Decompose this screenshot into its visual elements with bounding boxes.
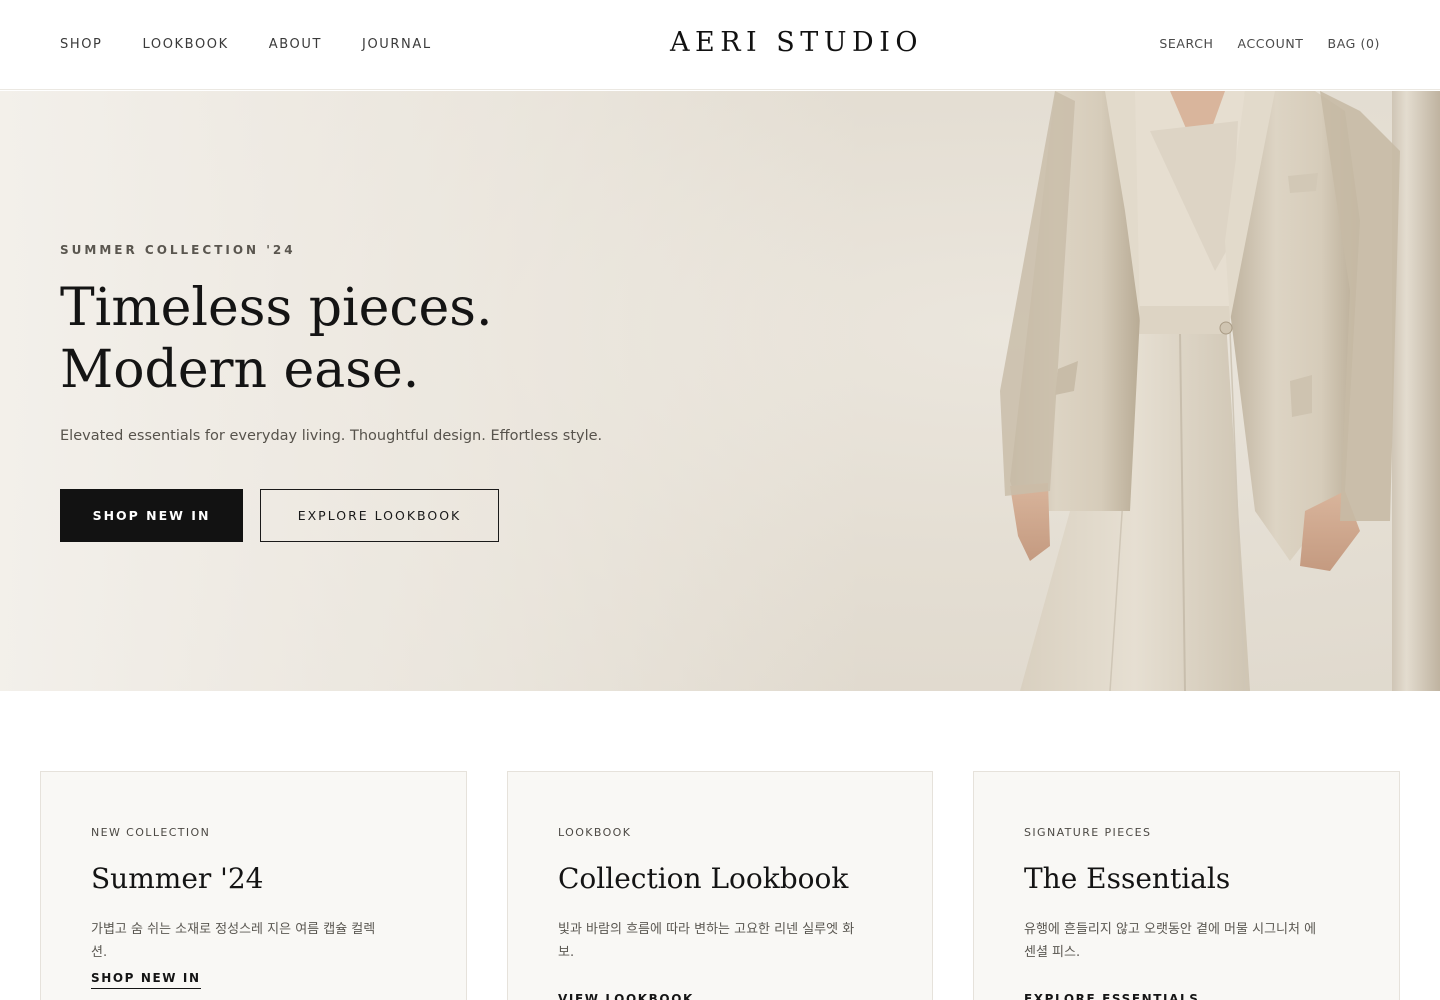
- hero-headline: Timeless pieces. Modern ease.: [60, 277, 493, 401]
- utility-nav: SEARCH ACCOUNT BAG (0): [1135, 36, 1380, 51]
- bag-link[interactable]: BAG (0): [1328, 36, 1380, 51]
- hero-headline-line-1: Timeless pieces.: [60, 278, 493, 338]
- nav-shop[interactable]: SHOP: [60, 37, 103, 52]
- shop-new-in-button[interactable]: SHOP NEW IN: [60, 489, 243, 542]
- nav-journal[interactable]: JOURNAL: [362, 37, 432, 52]
- site-header: SHOP LOOKBOOK ABOUT JOURNAL AERI STUDIO …: [0, 0, 1440, 90]
- nav-lookbook[interactable]: LOOKBOOK: [143, 37, 229, 52]
- card-essentials[interactable]: SIGNATURE PIECES The Essentials 유행에 흔들리지…: [973, 771, 1400, 1000]
- hero-banner: SUMMER COLLECTION '24 Timeless pieces. M…: [0, 91, 1440, 691]
- card-explore-essentials-link[interactable]: EXPLORE ESSENTIALS: [1024, 992, 1200, 1000]
- explore-lookbook-button[interactable]: EXPLORE LOOKBOOK: [260, 489, 499, 542]
- card-description: 유행에 흔들리지 않고 오랫동안 곁에 머물 시그니처 에센셜 피스.: [1024, 922, 1317, 960]
- card-lookbook[interactable]: LOOKBOOK Collection Lookbook 빛과 바람의 흐름에 …: [507, 771, 933, 1000]
- card-title: The Essentials: [1024, 862, 1231, 895]
- card-eyebrow: NEW COLLECTION: [91, 826, 211, 839]
- card-shop-new-in-link[interactable]: SHOP NEW IN: [91, 971, 201, 989]
- hero-eyebrow: SUMMER COLLECTION '24: [60, 243, 296, 257]
- card-view-lookbook-link[interactable]: VIEW LOOKBOOK: [558, 992, 694, 1000]
- card-eyebrow: LOOKBOOK: [558, 826, 632, 839]
- nav-about[interactable]: ABOUT: [269, 37, 322, 52]
- primary-nav: SHOP LOOKBOOK ABOUT JOURNAL: [60, 37, 472, 52]
- card-title: Summer '24: [91, 862, 264, 895]
- card-description: 가볍고 숨 쉬는 소재로 정성스레 지은 여름 캡슐 컬렉션.: [91, 922, 376, 960]
- hero-model-image: [1000, 91, 1400, 691]
- card-summer-collection[interactable]: NEW COLLECTION Summer '24 가볍고 숨 쉬는 소재로 정…: [40, 771, 467, 1000]
- search-link[interactable]: SEARCH: [1159, 36, 1213, 51]
- account-link[interactable]: ACCOUNT: [1238, 36, 1304, 51]
- hero-headline-line-2: Modern ease.: [60, 340, 420, 400]
- hero-subline: Elevated essentials for everyday living.…: [60, 428, 603, 444]
- card-eyebrow: SIGNATURE PIECES: [1024, 826, 1152, 839]
- card-title: Collection Lookbook: [558, 862, 849, 895]
- brand-logo[interactable]: AERI STUDIO: [670, 27, 923, 58]
- card-description: 빛과 바람의 흐름에 따라 변하는 고요한 리넨 실루엣 화보.: [558, 922, 855, 960]
